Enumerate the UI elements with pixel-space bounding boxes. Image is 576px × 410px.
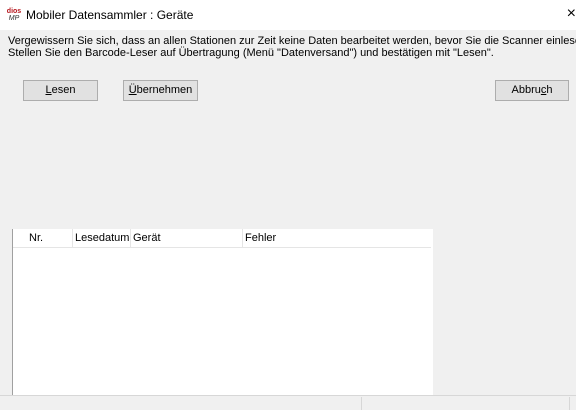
window-title: Mobiler Datensammler : Geräte bbox=[26, 8, 194, 22]
read-button[interactable]: Lesen bbox=[23, 80, 98, 101]
cancel-button-label-start: Abbru bbox=[511, 84, 541, 96]
close-icon[interactable]: × bbox=[560, 4, 576, 24]
list-header: Nr. Lesedatum Gerät Fehler bbox=[13, 229, 431, 248]
cancel-button-label-end: h bbox=[546, 84, 553, 96]
list-empty-area bbox=[433, 229, 576, 395]
column-header-nr[interactable]: Nr. bbox=[29, 232, 43, 244]
column-header-lesedatum[interactable]: Lesedatum bbox=[75, 232, 129, 244]
status-bar bbox=[0, 395, 576, 410]
read-button-label: esen bbox=[51, 84, 76, 96]
app-icon-line2: MP bbox=[8, 15, 20, 22]
apply-button[interactable]: Übernehmen bbox=[123, 80, 198, 101]
instruction-line-2: Stellen Sie den Barcode-Leser auf Übertr… bbox=[8, 47, 494, 59]
status-separator bbox=[361, 397, 362, 410]
column-header-fehler[interactable]: Fehler bbox=[245, 232, 276, 244]
apply-button-mnemonic: Ü bbox=[128, 84, 137, 96]
column-separator[interactable] bbox=[242, 229, 243, 247]
device-list[interactable]: Nr. Lesedatum Gerät Fehler bbox=[12, 229, 576, 395]
dios-mp-app-icon: dios MP bbox=[6, 8, 22, 22]
instructions-text: Vergewissern Sie sich, dass an allen Sta… bbox=[8, 35, 576, 59]
apply-button-label: bernehmen bbox=[136, 84, 193, 96]
app-icon-line1: dios bbox=[6, 8, 22, 15]
instruction-line-1: Vergewissern Sie sich, dass an allen Sta… bbox=[8, 35, 576, 47]
list-rows bbox=[25, 248, 433, 395]
column-separator[interactable] bbox=[72, 229, 73, 247]
cancel-button[interactable]: Abbruch bbox=[495, 80, 569, 101]
status-separator bbox=[569, 397, 570, 410]
title-bar: dios MP Mobiler Datensammler : Geräte × bbox=[0, 0, 576, 30]
column-separator[interactable] bbox=[130, 229, 131, 247]
column-header-geraet[interactable]: Gerät bbox=[133, 232, 161, 244]
